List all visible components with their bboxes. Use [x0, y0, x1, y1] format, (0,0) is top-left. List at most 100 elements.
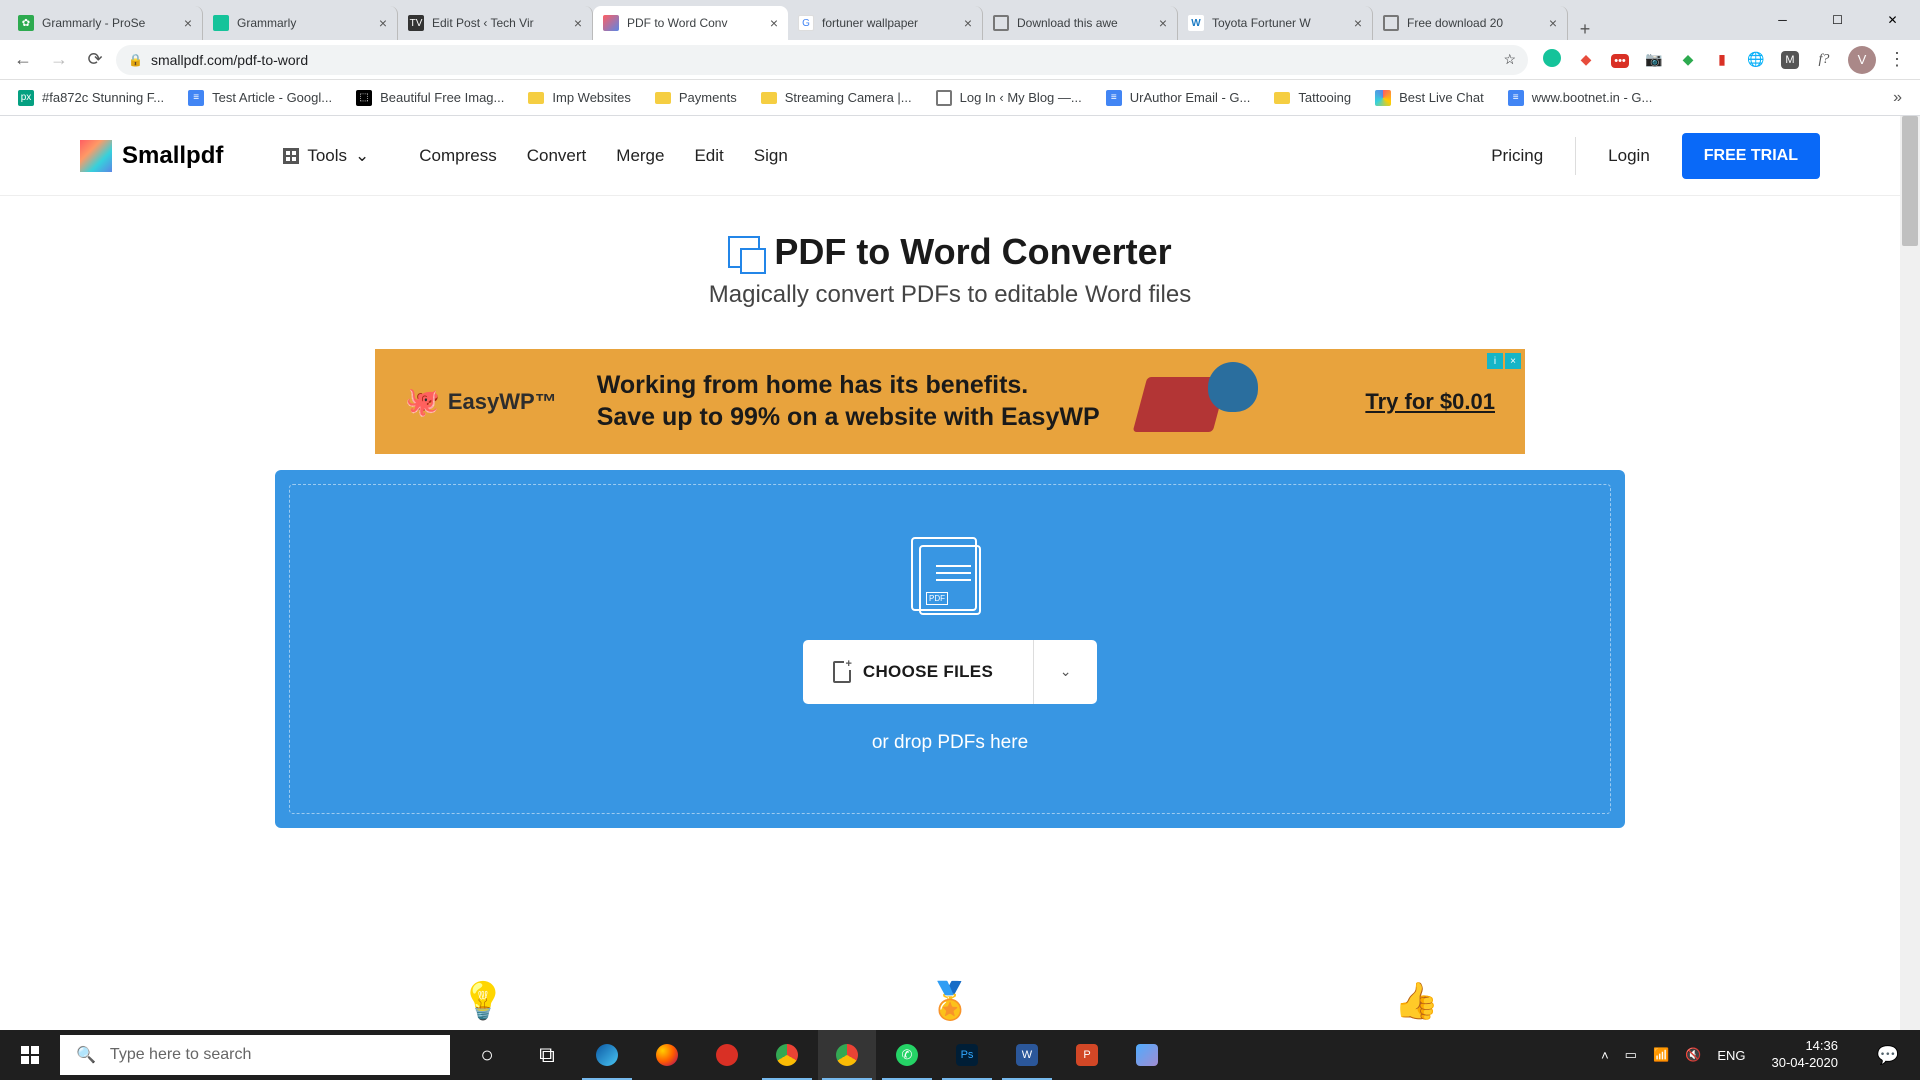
bookmark-payments[interactable]: Payments — [645, 83, 747, 113]
ad-text: Working from home has its benefits. Save… — [597, 370, 1100, 433]
close-window-button[interactable]: ✕ — [1865, 0, 1920, 40]
nav-compress[interactable]: Compress — [419, 146, 496, 166]
photos-app-icon[interactable] — [1118, 1030, 1176, 1080]
ext-dots-icon[interactable]: ••• — [1610, 51, 1630, 68]
photoshop-app-icon[interactable]: Ps — [938, 1030, 996, 1080]
bookmark-pexels[interactable]: px#fa872c Stunning F... — [8, 83, 174, 113]
forward-button[interactable]: → — [44, 45, 74, 75]
choose-files-button[interactable]: CHOOSE FILES — [803, 640, 1033, 704]
header-right: Pricing Login FREE TRIAL — [1477, 133, 1820, 179]
tab-pdf-to-word-active[interactable]: PDF to Word Conv × — [593, 6, 788, 40]
star-icon[interactable]: ☆ — [1503, 51, 1516, 68]
ad-cta-link[interactable]: Try for $0.01 — [1365, 389, 1495, 415]
close-icon[interactable]: × — [770, 15, 778, 31]
tray-overflow-icon[interactable]: ˄ — [1601, 1048, 1609, 1063]
volume-muted-icon[interactable]: 🔇 — [1685, 1047, 1701, 1063]
close-icon[interactable]: × — [1354, 15, 1362, 31]
taskbar-search-input[interactable]: 🔍 Type here to search — [60, 1035, 450, 1075]
bookmark-login[interactable]: Log In ‹ My Blog —... — [926, 83, 1092, 113]
edge-app-icon[interactable] — [578, 1030, 636, 1080]
action-center-button[interactable]: 💬 — [1864, 1030, 1912, 1080]
nav-merge[interactable]: Merge — [616, 146, 664, 166]
ext-red-icon[interactable]: ▮ — [1712, 51, 1732, 68]
bookmarks-overflow-button[interactable]: » — [1883, 89, 1912, 107]
address-bar[interactable]: 🔒 smallpdf.com/pdf-to-word ☆ — [116, 45, 1528, 75]
battery-icon[interactable]: ▭ — [1625, 1047, 1637, 1063]
login-link[interactable]: Login — [1594, 146, 1664, 166]
tab-toyota[interactable]: W Toyota Fortuner W × — [1178, 6, 1373, 40]
page-scrollbar[interactable] — [1900, 116, 1920, 1030]
task-view-button[interactable]: ⧉ — [518, 1030, 576, 1080]
firefox-app-icon[interactable] — [638, 1030, 696, 1080]
windows-taskbar: 🔍 Type here to search ○ ⧉ ✆ Ps W P ˄ ▭ 📶… — [0, 1030, 1920, 1080]
powerpoint-app-icon[interactable]: P — [1058, 1030, 1116, 1080]
minimize-button[interactable]: ─ — [1755, 0, 1810, 40]
close-icon[interactable]: × — [184, 15, 192, 31]
bookmark-test-article[interactable]: ≡Test Article - Googl... — [178, 83, 342, 113]
tab-fortuner[interactable]: G fortuner wallpaper × — [788, 6, 983, 40]
bookmark-streaming[interactable]: Streaming Camera |... — [751, 83, 922, 113]
address-bar-row: ← → ⟳ 🔒 smallpdf.com/pdf-to-word ☆ ◆ •••… — [0, 40, 1920, 80]
close-icon[interactable]: × — [1549, 15, 1557, 31]
logo-mark-icon — [80, 140, 112, 172]
new-tab-button[interactable]: + — [1568, 19, 1602, 40]
smallpdf-logo[interactable]: Smallpdf — [80, 140, 223, 172]
ad-banner[interactable]: 🐙 EasyWP™ Working from home has its bene… — [375, 349, 1525, 454]
back-button[interactable]: ← — [8, 45, 38, 75]
file-dropzone[interactable]: PDF CHOOSE FILES ⌄ or drop PDFs here — [275, 470, 1625, 828]
tools-dropdown[interactable]: Tools ⌄ — [283, 146, 369, 166]
folder-icon — [655, 92, 671, 104]
ext-globe-icon[interactable]: 🌐 — [1746, 51, 1766, 68]
cortana-button[interactable]: ○ — [458, 1030, 516, 1080]
close-icon[interactable]: × — [1159, 15, 1167, 31]
close-icon[interactable]: × — [379, 15, 387, 31]
free-trial-button[interactable]: FREE TRIAL — [1682, 133, 1820, 179]
word-app-icon[interactable]: W — [998, 1030, 1056, 1080]
search-icon: 🔍 — [76, 1045, 96, 1065]
language-indicator[interactable]: ENG — [1717, 1048, 1745, 1063]
bookmark-livechat[interactable]: Best Live Chat — [1365, 83, 1494, 113]
ext-green-icon[interactable]: ◆ — [1678, 51, 1698, 68]
wifi-icon[interactable]: 📶 — [1653, 1047, 1669, 1063]
close-icon[interactable]: × — [574, 15, 582, 31]
ext-m-icon[interactable]: M — [1780, 50, 1800, 69]
nav-sign[interactable]: Sign — [754, 146, 788, 166]
opera-app-icon[interactable] — [698, 1030, 756, 1080]
start-button[interactable] — [0, 1030, 60, 1080]
tab-free-download[interactable]: Free download 20 × — [1373, 6, 1568, 40]
lock-icon: 🔒 — [128, 53, 143, 67]
pricing-link[interactable]: Pricing — [1477, 146, 1557, 166]
favicon-tv-icon: TV — [408, 15, 424, 31]
bookmark-tattooing[interactable]: Tattooing — [1264, 83, 1361, 113]
bookmark-imp-websites[interactable]: Imp Websites — [518, 83, 641, 113]
chrome-bg-app-icon[interactable] — [758, 1030, 816, 1080]
scrollbar-thumb[interactable] — [1902, 116, 1918, 246]
ext-grammarly-icon[interactable] — [1542, 49, 1562, 70]
taskbar-clock[interactable]: 14:36 30-04-2020 — [1762, 1038, 1849, 1072]
folder-icon — [1274, 92, 1290, 104]
reload-button[interactable]: ⟳ — [80, 45, 110, 75]
bookmark-urauthor[interactable]: ≡UrAuthor Email - G... — [1096, 83, 1261, 113]
ad-close-icon[interactable]: × — [1505, 353, 1521, 369]
tab-grammarly-2[interactable]: Grammarly × — [203, 6, 398, 40]
taskbar-apps: ○ ⧉ ✆ Ps W P — [458, 1030, 1176, 1080]
tab-grammarly-1[interactable]: ✿ Grammarly - ProSe × — [8, 6, 203, 40]
page-title: PDF to Word Converter — [728, 231, 1171, 273]
nav-convert[interactable]: Convert — [527, 146, 587, 166]
tab-download[interactable]: Download this awe × — [983, 6, 1178, 40]
ext-camera-icon[interactable]: 📷 — [1644, 51, 1664, 68]
whatsapp-app-icon[interactable]: ✆ — [878, 1030, 936, 1080]
chrome-app-icon[interactable] — [818, 1030, 876, 1080]
nav-edit[interactable]: Edit — [694, 146, 723, 166]
bookmark-bootnet[interactable]: ≡www.bootnet.in - G... — [1498, 83, 1663, 113]
ext-f-icon[interactable]: f? — [1814, 52, 1834, 68]
bookmark-unsplash[interactable]: ⬚Beautiful Free Imag... — [346, 83, 514, 113]
choose-source-dropdown[interactable]: ⌄ — [1033, 640, 1097, 704]
adchoices-icon[interactable]: i — [1487, 353, 1503, 369]
chrome-menu-button[interactable]: ⋮ — [1882, 45, 1912, 75]
tab-edit-post[interactable]: TV Edit Post ‹ Tech Vir × — [398, 6, 593, 40]
maximize-button[interactable]: ☐ — [1810, 0, 1865, 40]
profile-avatar[interactable]: V — [1848, 46, 1876, 74]
ext-color-icon[interactable]: ◆ — [1576, 51, 1596, 68]
close-icon[interactable]: × — [964, 15, 972, 31]
